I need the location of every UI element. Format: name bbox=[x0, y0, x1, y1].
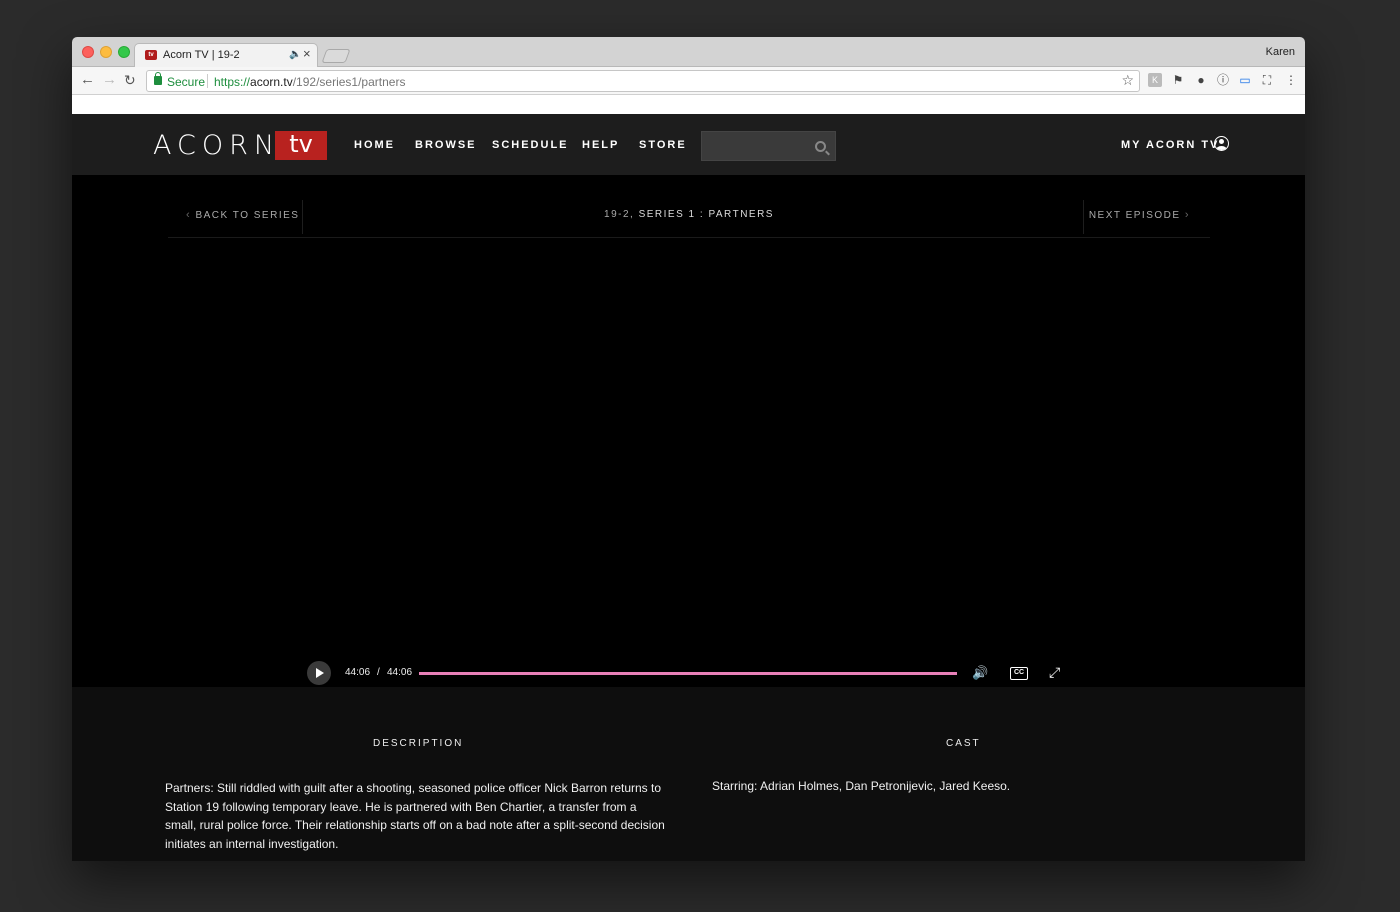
acorn-logo-badge[interactable]: tv bbox=[275, 131, 327, 160]
extension-info-icon[interactable]: ⓘ bbox=[1216, 73, 1230, 87]
nav-help[interactable]: HELP bbox=[582, 139, 619, 151]
back-arrow-icon[interactable]: ← bbox=[80, 71, 95, 89]
progress-bar[interactable] bbox=[419, 672, 957, 675]
search-input[interactable] bbox=[701, 131, 836, 161]
cast-heading: CAST bbox=[946, 738, 981, 749]
browser-tab[interactable]: tv Acorn TV | 19-2 🔈 × bbox=[134, 43, 318, 68]
extension-drop-icon[interactable]: ● bbox=[1194, 73, 1208, 87]
play-button[interactable] bbox=[307, 661, 331, 685]
duration: 44:06 bbox=[387, 667, 413, 678]
my-acorn-tv-link[interactable]: MY ACORN TV bbox=[1121, 139, 1219, 151]
nav-schedule[interactable]: SCHEDULE bbox=[492, 139, 569, 151]
secure-label: Secure bbox=[167, 75, 206, 89]
extension-screen-icon[interactable]: ▭ bbox=[1238, 73, 1252, 87]
url-divider bbox=[207, 74, 208, 88]
player-area: ‹ BACK TO SERIES 19-2, SERIES 1 : PARTNE… bbox=[72, 175, 1305, 687]
tab-close-icon[interactable]: × bbox=[303, 47, 311, 61]
episode-title: 19-2, SERIES 1 : PARTNERS bbox=[168, 209, 1210, 220]
profile-name[interactable]: Karen bbox=[1266, 46, 1295, 58]
tab-audio-icon[interactable]: 🔈 bbox=[289, 49, 301, 60]
closed-captions-button[interactable]: CC bbox=[1010, 667, 1028, 680]
maximize-window-button[interactable] bbox=[118, 46, 130, 58]
nav-store[interactable]: STORE bbox=[639, 139, 687, 151]
episode-series-name: SERIES 1 : PARTNERS bbox=[638, 209, 774, 220]
extension-flag-icon[interactable]: ⚑ bbox=[1171, 73, 1185, 87]
user-account-icon[interactable] bbox=[1214, 136, 1229, 151]
extension-capture-icon[interactable]: ⛶ bbox=[1260, 73, 1274, 87]
lock-icon bbox=[154, 72, 162, 85]
url-text[interactable]: https://acorn.tv/192/series1/partners bbox=[214, 75, 405, 89]
address-bar[interactable]: Secure https://acorn.tv/192/series1/part… bbox=[146, 70, 1140, 92]
description-heading: DESCRIPTION bbox=[373, 738, 464, 749]
tab-strip: tv Acorn TV | 19-2 🔈 × Karen bbox=[72, 37, 1305, 68]
browser-menu-icon[interactable]: ⋮ bbox=[1284, 73, 1298, 87]
new-tab-button[interactable] bbox=[321, 49, 351, 63]
acorn-favicon-icon: tv bbox=[145, 50, 157, 60]
volume-icon[interactable]: 🔊 bbox=[972, 665, 988, 681]
episode-info: DESCRIPTION CAST Partners: Still riddled… bbox=[72, 687, 1305, 861]
url-scheme: https:// bbox=[214, 75, 251, 89]
browser-window: tv Acorn TV | 19-2 🔈 × Karen ← → ↻ Secur… bbox=[72, 37, 1305, 861]
chevron-right-icon: › bbox=[1184, 209, 1190, 221]
description-text: Partners: Still riddled with guilt after… bbox=[165, 781, 665, 851]
nav-home[interactable]: HOME bbox=[354, 139, 395, 151]
current-time: 44:06 bbox=[345, 667, 371, 678]
url-host: acorn.tv bbox=[250, 75, 293, 89]
next-episode-link[interactable]: NEXT EPISODE › bbox=[1089, 209, 1190, 221]
progress-fill bbox=[419, 672, 957, 675]
browser-toolbar: ← → ↻ Secure https://acorn.tv/192/series… bbox=[72, 67, 1305, 95]
nav-browse[interactable]: BROWSE bbox=[415, 139, 477, 151]
fullscreen-icon[interactable]: ⤢ bbox=[1049, 664, 1060, 681]
tab-title: Acorn TV | 19-2 bbox=[163, 49, 240, 61]
cast-text: Starring: Adrian Holmes, Dan Petronijevi… bbox=[712, 779, 1011, 793]
url-path: /192/series1/partners bbox=[292, 75, 406, 89]
reload-icon[interactable]: ↻ bbox=[124, 71, 136, 89]
close-window-button[interactable] bbox=[82, 46, 94, 58]
page-top-band bbox=[72, 95, 1305, 114]
nav-divider bbox=[1083, 200, 1084, 234]
site-header: ACORN tv HOME BROWSE SCHEDULE HELP STORE… bbox=[72, 114, 1305, 175]
minimize-window-button[interactable] bbox=[100, 46, 112, 58]
player-controls: 44:06 / 44:06 🔊 CC ⤢ bbox=[305, 659, 1077, 687]
time-separator: / bbox=[377, 667, 380, 678]
extension-k-icon[interactable]: K bbox=[1148, 73, 1162, 87]
episode-nav: ‹ BACK TO SERIES 19-2, SERIES 1 : PARTNE… bbox=[168, 200, 1210, 238]
forward-arrow-icon[interactable]: → bbox=[102, 71, 117, 89]
episode-show-name: 19-2, bbox=[604, 209, 635, 220]
next-episode-label: NEXT EPISODE bbox=[1088, 210, 1181, 221]
video-player[interactable] bbox=[305, 239, 1077, 687]
bookmark-star-icon[interactable]: ☆ bbox=[1121, 72, 1134, 89]
search-icon[interactable] bbox=[815, 141, 826, 152]
acorn-logo-text[interactable]: ACORN bbox=[153, 130, 280, 161]
